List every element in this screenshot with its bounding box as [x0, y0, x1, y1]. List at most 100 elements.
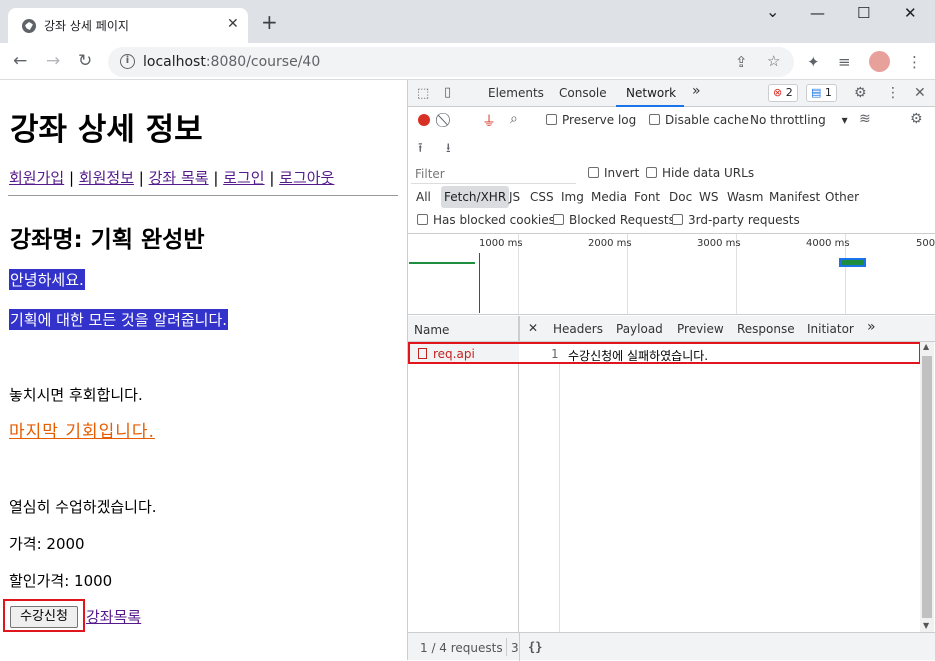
response-scrollbar[interactable]: ▲ ▼	[920, 342, 934, 632]
address-bar[interactable]: i localhost:8080/course/40 ⇪ ☆	[108, 47, 794, 77]
filter-input[interactable]: Filter	[411, 164, 576, 184]
detail-tab-initiator[interactable]: Initiator	[807, 322, 854, 336]
nav-link-member-info[interactable]: 회원정보	[79, 169, 134, 187]
hide-data-urls-checkbox[interactable]: Hide data URLs	[646, 166, 754, 180]
message-count-badge[interactable]: ▤ 1	[806, 84, 837, 102]
chrome-menu-icon[interactable]: ⋮	[907, 53, 922, 71]
detail-close-icon[interactable]: ✕	[528, 321, 538, 335]
devtools-close-icon[interactable]: ✕	[914, 85, 926, 101]
message-count: 1	[824, 86, 832, 99]
enroll-button[interactable]: 수강신청	[10, 606, 78, 628]
back-arrow-icon[interactable]: ←	[13, 51, 27, 71]
tab-elements[interactable]: Elements	[488, 86, 544, 100]
site-info-icon[interactable]: i	[120, 54, 135, 69]
filter-fetch-xhr[interactable]: Fetch/XHR	[441, 186, 510, 208]
response-body-text: 수강신청에 실패하였습니다.	[568, 349, 709, 363]
response-line-number: 1	[551, 347, 559, 361]
pretty-print-braces-icon[interactable]: {}	[528, 640, 542, 654]
course-list-link[interactable]: 강좌목록	[86, 606, 141, 627]
timeline-tick: 4000 ms	[806, 238, 850, 249]
tab-close-icon[interactable]: ✕	[227, 16, 239, 32]
devtools-menu-icon[interactable]: ⋮	[886, 85, 900, 101]
disable-cache-checkbox[interactable]: Disable cache	[649, 113, 749, 127]
scrollbar-thumb[interactable]	[922, 356, 932, 618]
third-party-requests-checkbox[interactable]: 3rd-party requests	[672, 213, 800, 227]
filter-doc[interactable]: Doc	[666, 186, 695, 208]
scroll-up-arrow-icon[interactable]: ▲	[923, 342, 929, 351]
filter-wasm[interactable]: Wasm	[724, 186, 766, 208]
filter-other[interactable]: Other	[822, 186, 862, 208]
device-toolbar-icon[interactable]: ▯	[444, 85, 451, 100]
devtools-tabbar: ⬚ ▯ Elements Console Network » ⊗ 2 ▤ 1 ⚙…	[408, 80, 935, 107]
close-window-button[interactable]: ✕	[904, 4, 917, 22]
nav-link-course-list[interactable]: 강좌 목록	[149, 169, 209, 187]
has-blocked-cookies-checkbox[interactable]: Has blocked cookies	[417, 213, 555, 227]
blocked-requests-checkbox[interactable]: Blocked Requests	[553, 213, 675, 227]
nav-link-signup[interactable]: 회원가입	[9, 169, 64, 187]
filter-img[interactable]: Img	[558, 186, 587, 208]
body-line-study-hard: 열심히 수업하겠습니다.	[9, 498, 157, 516]
throttling-select[interactable]: No throttling ▾	[750, 113, 848, 127]
transfer-size-partial: 3	[511, 641, 519, 655]
tab-network[interactable]: Network	[626, 86, 676, 100]
request-count-text: 1 / 4 requests	[420, 641, 503, 655]
nav-link-login[interactable]: 로그인	[223, 169, 264, 187]
forward-arrow-icon[interactable]: →	[46, 51, 60, 71]
export-har-icon[interactable]: ⭳	[446, 139, 451, 161]
browser-tab[interactable]: 강좌 상세 페이지 ✕	[8, 8, 248, 43]
filter-js[interactable]: JS	[506, 186, 523, 208]
scroll-down-arrow-icon[interactable]: ▼	[923, 621, 929, 630]
request-name[interactable]: req.api	[418, 347, 475, 361]
tab-console[interactable]: Console	[559, 86, 607, 100]
record-icon[interactable]	[418, 114, 430, 126]
nav-separator: |	[64, 169, 79, 187]
preserve-log-checkbox[interactable]: Preserve log	[546, 113, 636, 127]
extensions-puzzle-icon[interactable]: ✦	[807, 53, 820, 71]
filter-manifest[interactable]: Manifest	[766, 186, 823, 208]
detail-tab-response[interactable]: Response	[737, 322, 795, 336]
invert-checkbox[interactable]: Invert	[588, 166, 639, 180]
filter-font[interactable]: Font	[631, 186, 663, 208]
media-playlist-icon[interactable]: ≡	[838, 53, 851, 71]
filter-media[interactable]: Media	[588, 186, 630, 208]
reload-icon[interactable]: ↻	[78, 51, 92, 71]
share-icon[interactable]: ⇪	[735, 53, 748, 71]
detail-tab-headers[interactable]: Headers	[553, 322, 603, 336]
filter-ws[interactable]: WS	[696, 186, 721, 208]
maximize-button[interactable]: ☐	[857, 4, 870, 22]
new-tab-button[interactable]: +	[261, 12, 278, 32]
error-count-badge[interactable]: ⊗ 2	[768, 84, 798, 102]
filter-all[interactable]: All	[413, 186, 434, 208]
nav-link-logout[interactable]: 로그아웃	[279, 169, 334, 187]
url-text: localhost:8080/course/40	[143, 54, 321, 70]
last-chance-link[interactable]: 마지막 기회입니다.	[9, 417, 155, 442]
tab-search-icon[interactable]: ⌄	[766, 2, 779, 21]
detail-tab-payload[interactable]: Payload	[616, 322, 663, 336]
profile-avatar[interactable]	[869, 51, 890, 72]
settings-gear-icon[interactable]: ⚙	[854, 85, 867, 101]
filter-funnel-icon[interactable]: ⏚	[482, 111, 496, 131]
network-overview-timeline[interactable]: 1000 ms 2000 ms 3000 ms 4000 ms 500	[408, 233, 935, 315]
filter-css[interactable]: CSS	[527, 186, 557, 208]
search-icon[interactable]: ⌕	[510, 111, 518, 127]
document-icon	[418, 348, 427, 359]
timeline-load-marker	[479, 253, 480, 313]
page-title: 강좌 상세 정보	[10, 112, 203, 148]
highlight-greeting: 안녕하세요.	[9, 269, 85, 290]
minimize-button[interactable]: —	[810, 4, 825, 22]
nav-separator: |	[134, 169, 149, 187]
timeline-tick: 500	[916, 238, 935, 249]
network-settings-gear-icon[interactable]: ⚙	[910, 111, 923, 127]
request-row-highlight[interactable]: req.api 1 수강신청에 실패하였습니다.	[408, 342, 921, 364]
more-detail-tabs-icon[interactable]: »	[867, 319, 876, 335]
detail-tab-preview[interactable]: Preview	[677, 322, 724, 336]
network-conditions-icon[interactable]: ≋	[859, 111, 871, 127]
import-har-icon[interactable]: ⭱	[418, 139, 423, 161]
error-icon: ⊗	[773, 86, 783, 99]
more-tabs-icon[interactable]: »	[692, 83, 701, 99]
timeline-bar-green	[409, 262, 475, 264]
top-nav: 회원가입 | 회원정보 | 강좌 목록 | 로그인 | 로그아웃	[9, 167, 334, 188]
inspect-element-icon[interactable]: ⬚	[417, 86, 429, 101]
message-icon: ▤	[811, 86, 822, 99]
bookmark-star-icon[interactable]: ☆	[767, 52, 780, 70]
